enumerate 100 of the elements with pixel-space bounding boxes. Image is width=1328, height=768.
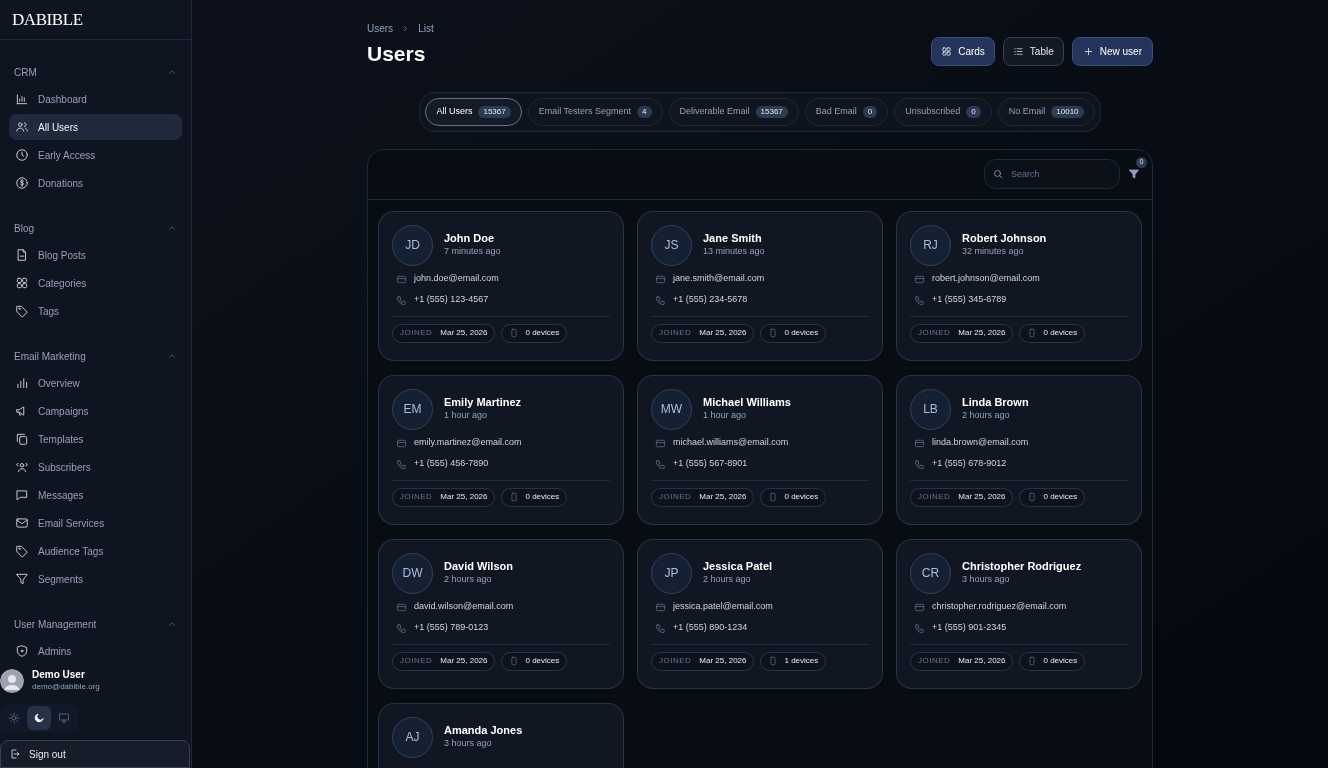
user-card[interactable]: JS Jane Smith 13 minutes ago jane.smith@email.com +1 (555) 234-5678 JOINED Mar 25, 2026 0 devices [637, 210, 883, 361]
search-icon [992, 168, 1004, 180]
email-text: michael.williams@email.com [673, 436, 789, 450]
sidebar-item[interactable]: Messages [9, 482, 182, 508]
segment-tab[interactable]: No Email 10010 [997, 97, 1095, 126]
sidebar-item[interactable]: Dashboard [9, 86, 182, 112]
avatar-initials: AJ [392, 716, 433, 758]
last-seen: 3 hours ago [962, 573, 1011, 586]
devices-pill: 0 devices [760, 487, 827, 507]
phone-text: +1 (555) 567-8901 [673, 457, 748, 471]
sidebar-item[interactable]: Subscribers [9, 454, 182, 480]
sidebar-item[interactable]: Templates [9, 426, 182, 452]
phone-text: +1 (555) 456-7890 [414, 457, 489, 471]
devices-pill: 1 devices [760, 651, 827, 671]
joined-label: JOINED [400, 327, 433, 339]
segment-tab[interactable]: Deliverable Email 15367 [668, 97, 799, 126]
user-card[interactable]: EM Emily Martinez 1 hour ago emily.martinez@email.com +1 (555) 456-7890 JOINED Mar 25, 2026 0 devices [378, 374, 624, 525]
segment-tab[interactable]: Unsubscribed 0 [894, 97, 992, 126]
avatar-initials: JS [651, 224, 692, 266]
section-title: Blog [14, 221, 34, 236]
chevron-icon[interactable] [167, 67, 177, 77]
moon-icon [33, 712, 45, 724]
people-icon [15, 460, 29, 474]
sidebar-item[interactable]: Early Access [9, 142, 182, 168]
last-seen: 2 hours ago [444, 573, 493, 586]
email-text: linda.brown@email.com [932, 436, 1029, 450]
chevron-icon[interactable] [167, 351, 177, 361]
phone-icon [914, 622, 925, 634]
section-title: Email Marketing [14, 349, 86, 364]
user-card[interactable]: JD John Doe 7 minutes ago john.doe@email.com +1 (555) 123-4567 JOINED Mar 25, 2026 0 devices [378, 210, 624, 361]
breadcrumb-link[interactable]: Users [367, 20, 394, 36]
last-seen: 2 hours ago [703, 573, 752, 586]
logo[interactable]: DABIBLE [12, 6, 83, 33]
user-card[interactable]: LB Linda Brown 2 hours ago linda.brown@email.com +1 (555) 678-9012 JOINED Mar 25, 2026 0 devices [896, 374, 1142, 525]
sidebar-item[interactable]: Overview [9, 370, 182, 396]
avatar-initials: RJ [910, 224, 951, 266]
count-badge: 10010 [1051, 105, 1084, 118]
devices-pill: 0 devices [501, 487, 568, 507]
user-card[interactable]: RJ Robert Johnson 32 minutes ago robert.johnson@email.com +1 (555) 345-6789 JOINED Mar 25, 2026 0 devices [896, 210, 1142, 361]
sidebar-item[interactable]: Segments [9, 566, 182, 592]
avatar-initials: LB [910, 388, 951, 430]
page-title: Users [367, 41, 427, 67]
sidebar-item[interactable]: Categories [9, 270, 182, 296]
sign-out-button[interactable]: Sign out [0, 740, 190, 768]
document-icon [15, 248, 29, 262]
monitor-icon [58, 712, 71, 724]
segment-tab[interactable]: Email Testers Segment 4 [527, 97, 663, 126]
sun-icon [7, 712, 20, 724]
avatar-initials: JP [651, 552, 692, 594]
funnel-icon [15, 572, 29, 586]
breadcrumb-link[interactable]: List [418, 20, 434, 36]
sidebar-item[interactable]: Email Services [9, 510, 182, 536]
joined-date: Mar 25, 2026 [958, 491, 1006, 503]
phone-device-icon [1027, 492, 1038, 502]
tag-icon [15, 304, 29, 318]
filter-icon [1128, 168, 1140, 180]
theme-toggle[interactable] [27, 706, 51, 730]
avatar-initials: CR [910, 552, 951, 594]
user-card[interactable]: JP Jessica Patel 2 hours ago jessica.patel@email.com +1 (555) 890-1234 JOINED Mar 25, 2026 1 devices [637, 538, 883, 689]
sidebar-item[interactable]: Admins [9, 638, 182, 664]
grid-icon [941, 46, 953, 57]
sidebar-item[interactable]: Campaigns [9, 398, 182, 424]
avatar-initials: JD [392, 224, 433, 266]
sidebar-item[interactable]: Donations [9, 170, 182, 196]
sidebar-item[interactable]: Blog Posts [9, 242, 182, 268]
user-name: Michael Williams [703, 396, 791, 409]
user-card[interactable]: CR Christopher Rodriguez 3 hours ago christopher.rodriguez@email.com +1 (555) 901-2345 JOINED Mar 25, 2026 0 devices [896, 538, 1142, 689]
sidebar-item[interactable]: Tags [9, 298, 182, 324]
view-toggle[interactable]: Cards [931, 37, 995, 66]
count-badge: 0 [862, 105, 878, 118]
phone-device-icon [768, 656, 779, 666]
joined-date: Mar 25, 2026 [440, 655, 488, 667]
phone-icon [396, 458, 407, 470]
sidebar-item[interactable]: All Users [9, 114, 182, 140]
last-seen: 1 hour ago [703, 409, 748, 422]
chevron-icon[interactable] [167, 223, 177, 233]
user-card[interactable]: MW Michael Williams 1 hour ago michael.williams@email.com +1 (555) 567-8901 JOINED Mar 25, 2026 0 devices [637, 374, 883, 525]
chat-icon [15, 488, 29, 502]
sidebar-item[interactable]: Audience Tags [9, 538, 182, 564]
email-text: emily.martinez@email.com [414, 436, 522, 450]
view-toggle[interactable]: Table [1002, 37, 1064, 66]
copy-icon [15, 432, 29, 446]
user-card[interactable]: DW David Wilson 2 hours ago david.wilson@email.com +1 (555) 789-0123 JOINED Mar 25, 2026 0 devices [378, 538, 624, 689]
segment-tab[interactable]: Bad Email 0 [804, 97, 889, 126]
chevron-icon[interactable] [167, 619, 177, 629]
users-icon [15, 120, 29, 134]
phone-icon [914, 458, 925, 470]
devices-pill: 0 devices [1019, 487, 1086, 507]
user-name: Jessica Patel [703, 560, 773, 573]
count-badge: 4 [637, 105, 652, 118]
email-text: john.doe@email.com [414, 272, 499, 286]
user-email: demo@dabible.org [32, 681, 100, 693]
devices-pill: 0 devices [501, 651, 568, 671]
last-seen: 7 minutes ago [444, 245, 501, 258]
new-user-button[interactable]: New user [1071, 37, 1153, 66]
user-card[interactable]: AJ Amanda Jones 3 hours ago [378, 702, 624, 768]
segment-tab[interactable]: All Users 15367 [425, 97, 522, 126]
last-seen: 13 minutes ago [703, 245, 765, 258]
joined-label: JOINED [918, 327, 951, 339]
search-field[interactable]: Search [984, 159, 1120, 189]
